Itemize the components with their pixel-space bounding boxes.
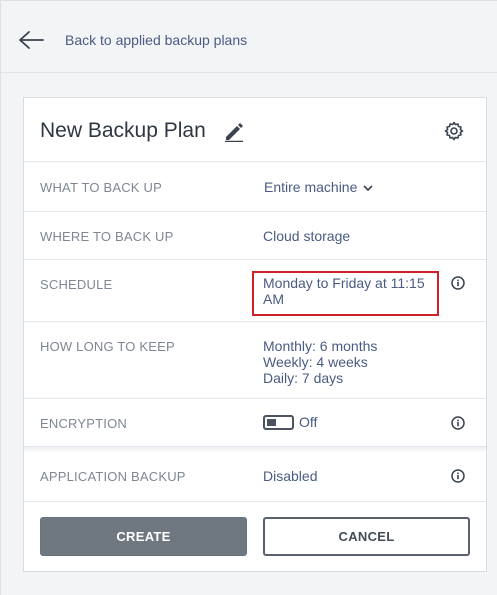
info-icon[interactable]	[451, 469, 465, 488]
cancel-button[interactable]: CANCEL	[263, 517, 470, 556]
toggle-knob	[267, 418, 276, 426]
row-encryption: ENCRYPTION Off	[24, 399, 486, 447]
chevron-down-icon	[357, 179, 373, 195]
toggle-switch	[263, 414, 294, 430]
row-where-to-back-up: WHERE TO BACK UP Cloud storage	[24, 212, 486, 260]
retention-daily: Daily: 7 days	[263, 370, 344, 386]
row-label: WHERE TO BACK UP	[40, 229, 174, 244]
info-icon[interactable]	[451, 416, 465, 435]
plan-title: New Backup Plan	[40, 119, 206, 142]
row-what-to-back-up: WHAT TO BACK UP Entire machine	[24, 162, 486, 212]
back-link-label: Back to applied backup plans	[65, 32, 248, 48]
backup-plan-card: New Backup Plan WHAT TO BACK UP Entire m…	[23, 97, 487, 572]
row-label: HOW LONG TO KEEP	[40, 339, 175, 354]
what-to-back-up-dropdown[interactable]: Entire machine	[264, 179, 373, 195]
pencil-icon[interactable]	[223, 120, 245, 147]
dropdown-value: Entire machine	[264, 179, 358, 195]
row-label: APPLICATION BACKUP	[40, 469, 186, 484]
header-divider	[1, 72, 497, 73]
row-label: ENCRYPTION	[40, 416, 127, 431]
schedule-highlight-box	[252, 271, 439, 316]
back-to-plans-link[interactable]: Back to applied backup plans	[18, 23, 247, 57]
row-label: WHAT TO BACK UP	[40, 180, 162, 195]
toggle-state-label: Off	[299, 414, 318, 430]
encryption-toggle[interactable]: Off	[263, 414, 317, 430]
info-icon[interactable]	[451, 276, 465, 295]
page-frame: Back to applied backup plans New Backup …	[0, 0, 497, 595]
arrow-left-icon	[18, 30, 44, 50]
row-application-backup: APPLICATION BACKUP Disabled	[24, 453, 486, 502]
retention-monthly: Monthly: 6 months	[263, 338, 378, 354]
where-to-back-up-link[interactable]: Cloud storage	[263, 228, 350, 244]
create-button[interactable]: CREATE	[40, 517, 247, 556]
row-label: SCHEDULE	[40, 277, 113, 292]
application-backup-link[interactable]: Disabled	[263, 468, 317, 484]
card-header: New Backup Plan	[24, 98, 486, 162]
row-how-long-to-keep: HOW LONG TO KEEP Monthly: 6 months Weekl…	[24, 322, 486, 399]
retention-link[interactable]: Monthly: 6 months Weekly: 4 weeks Daily:…	[263, 338, 377, 386]
retention-weekly: Weekly: 4 weeks	[263, 354, 368, 370]
gear-icon[interactable]	[444, 121, 464, 146]
